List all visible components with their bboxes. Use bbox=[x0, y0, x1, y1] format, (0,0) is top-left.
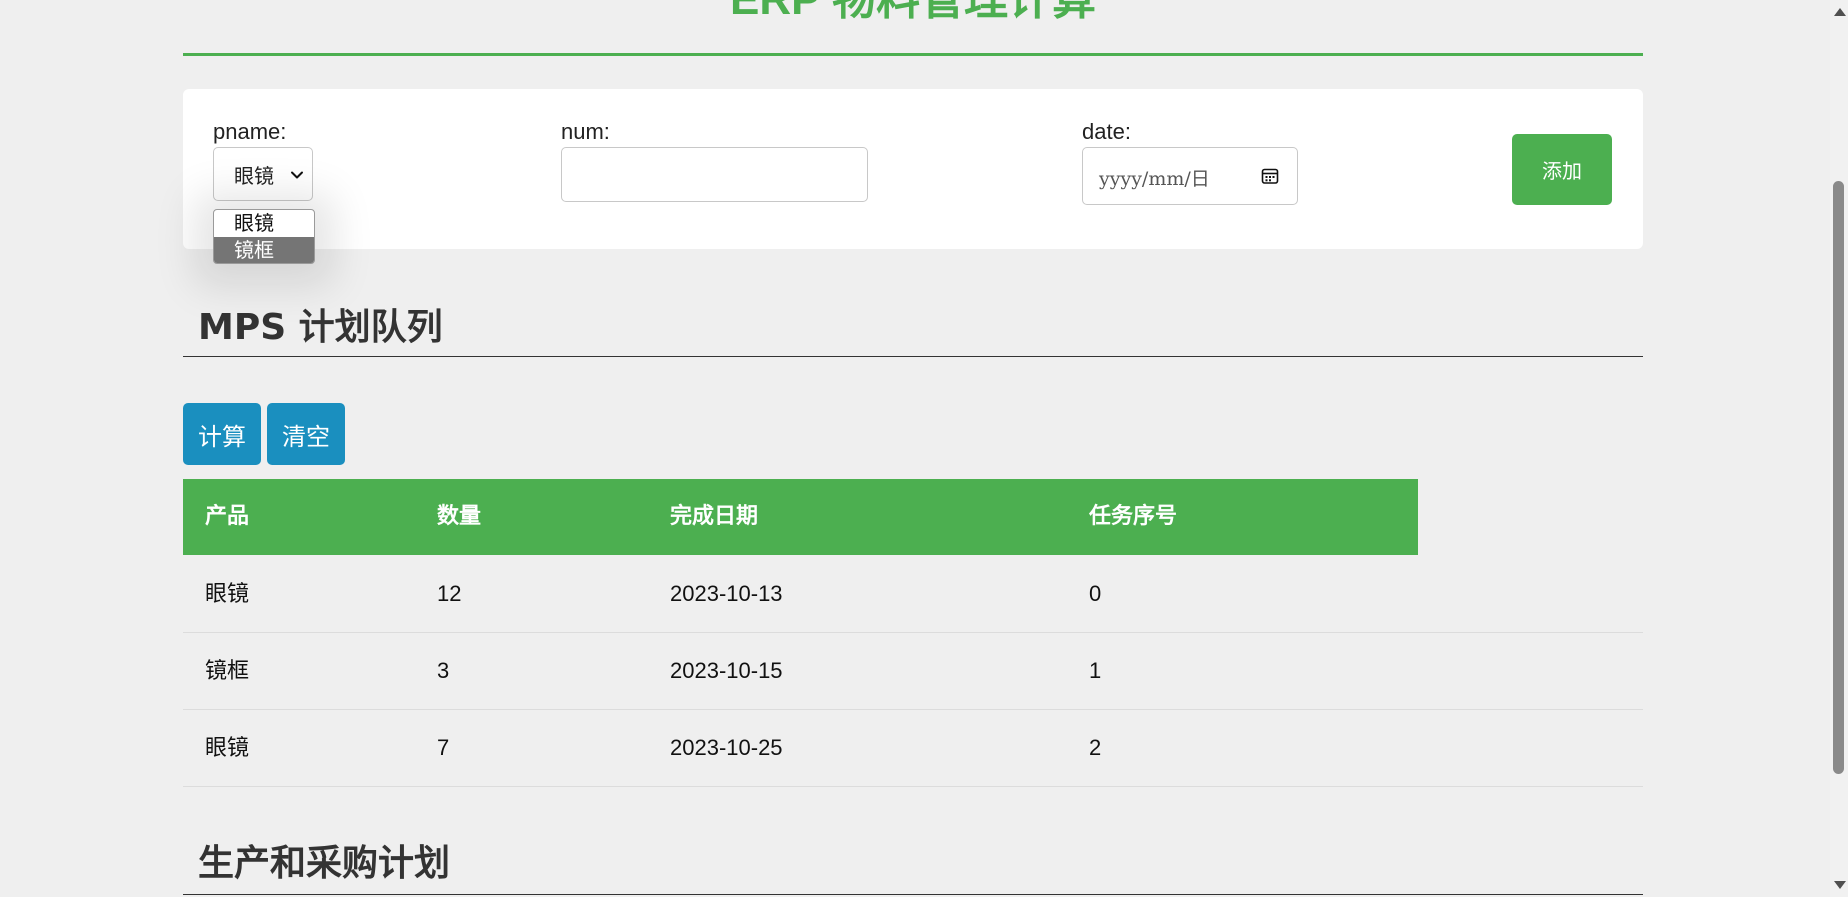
add-button[interactable]: 添加 bbox=[1512, 134, 1612, 205]
pname-select-value: 眼镜 bbox=[234, 163, 274, 188]
table-row: 眼镜 12 2023-10-13 0 bbox=[183, 556, 1643, 633]
cell-date: 2023-10-15 bbox=[670, 658, 783, 683]
cell-task-id: 1 bbox=[1089, 658, 1102, 683]
add-item-form: pname: 眼镜 num: date: yyyy/mm/日 添加 bbox=[183, 89, 1643, 249]
pname-label: pname: bbox=[213, 119, 287, 144]
date-label: date: bbox=[1082, 119, 1131, 144]
cell-quantity: 3 bbox=[437, 658, 450, 683]
cell-date: 2023-10-25 bbox=[670, 735, 783, 760]
scroll-down-icon[interactable] bbox=[1834, 881, 1846, 889]
cell-date: 2023-10-13 bbox=[670, 581, 783, 606]
mps-table-header: 产品 数量 完成日期 任务序号 bbox=[183, 479, 1418, 555]
calculate-button[interactable]: 计算 bbox=[183, 403, 261, 465]
mps-section-divider bbox=[183, 356, 1643, 357]
column-header-product: 产品 bbox=[205, 504, 250, 529]
cell-product: 眼镜 bbox=[205, 581, 250, 606]
vertical-scrollbar[interactable] bbox=[1830, 0, 1848, 897]
plan-section-title: 生产和采购计划 bbox=[198, 843, 451, 884]
cell-product: 眼镜 bbox=[205, 735, 250, 760]
cell-quantity: 7 bbox=[437, 735, 450, 760]
dropdown-option-highlighted[interactable]: 镜框 bbox=[214, 237, 314, 263]
num-input[interactable] bbox=[561, 147, 868, 202]
chevron-down-icon bbox=[291, 171, 303, 179]
date-placeholder: yyyy/mm/日 bbox=[1099, 168, 1210, 190]
scroll-up-icon[interactable] bbox=[1834, 8, 1846, 16]
plan-section-divider bbox=[183, 894, 1643, 895]
pname-dropdown-list: 眼镜 镜框 bbox=[213, 209, 315, 264]
page-title: ERP 物料管理计算 bbox=[183, 0, 1643, 26]
cell-task-id: 2 bbox=[1089, 735, 1102, 760]
clear-button[interactable]: 清空 bbox=[267, 403, 345, 465]
table-row: 镜框 3 2023-10-15 1 bbox=[183, 633, 1643, 710]
cell-task-id: 0 bbox=[1089, 581, 1102, 606]
dropdown-option[interactable]: 眼镜 bbox=[214, 210, 314, 237]
column-header-task-id: 任务序号 bbox=[1089, 504, 1178, 529]
cell-quantity: 12 bbox=[437, 581, 462, 606]
column-header-quantity: 数量 bbox=[437, 504, 482, 529]
column-header-date: 完成日期 bbox=[670, 504, 759, 529]
pname-select[interactable]: 眼镜 bbox=[213, 147, 313, 201]
date-input[interactable]: yyyy/mm/日 bbox=[1082, 147, 1298, 205]
cell-product: 镜框 bbox=[205, 658, 250, 683]
mps-section-title: MPS 计划队列 bbox=[198, 307, 443, 348]
title-divider bbox=[183, 53, 1643, 56]
table-row: 眼镜 7 2023-10-25 2 bbox=[183, 710, 1643, 787]
scrollbar-thumb[interactable] bbox=[1833, 181, 1844, 774]
num-label: num: bbox=[561, 119, 610, 144]
calendar-icon[interactable] bbox=[1261, 167, 1279, 185]
